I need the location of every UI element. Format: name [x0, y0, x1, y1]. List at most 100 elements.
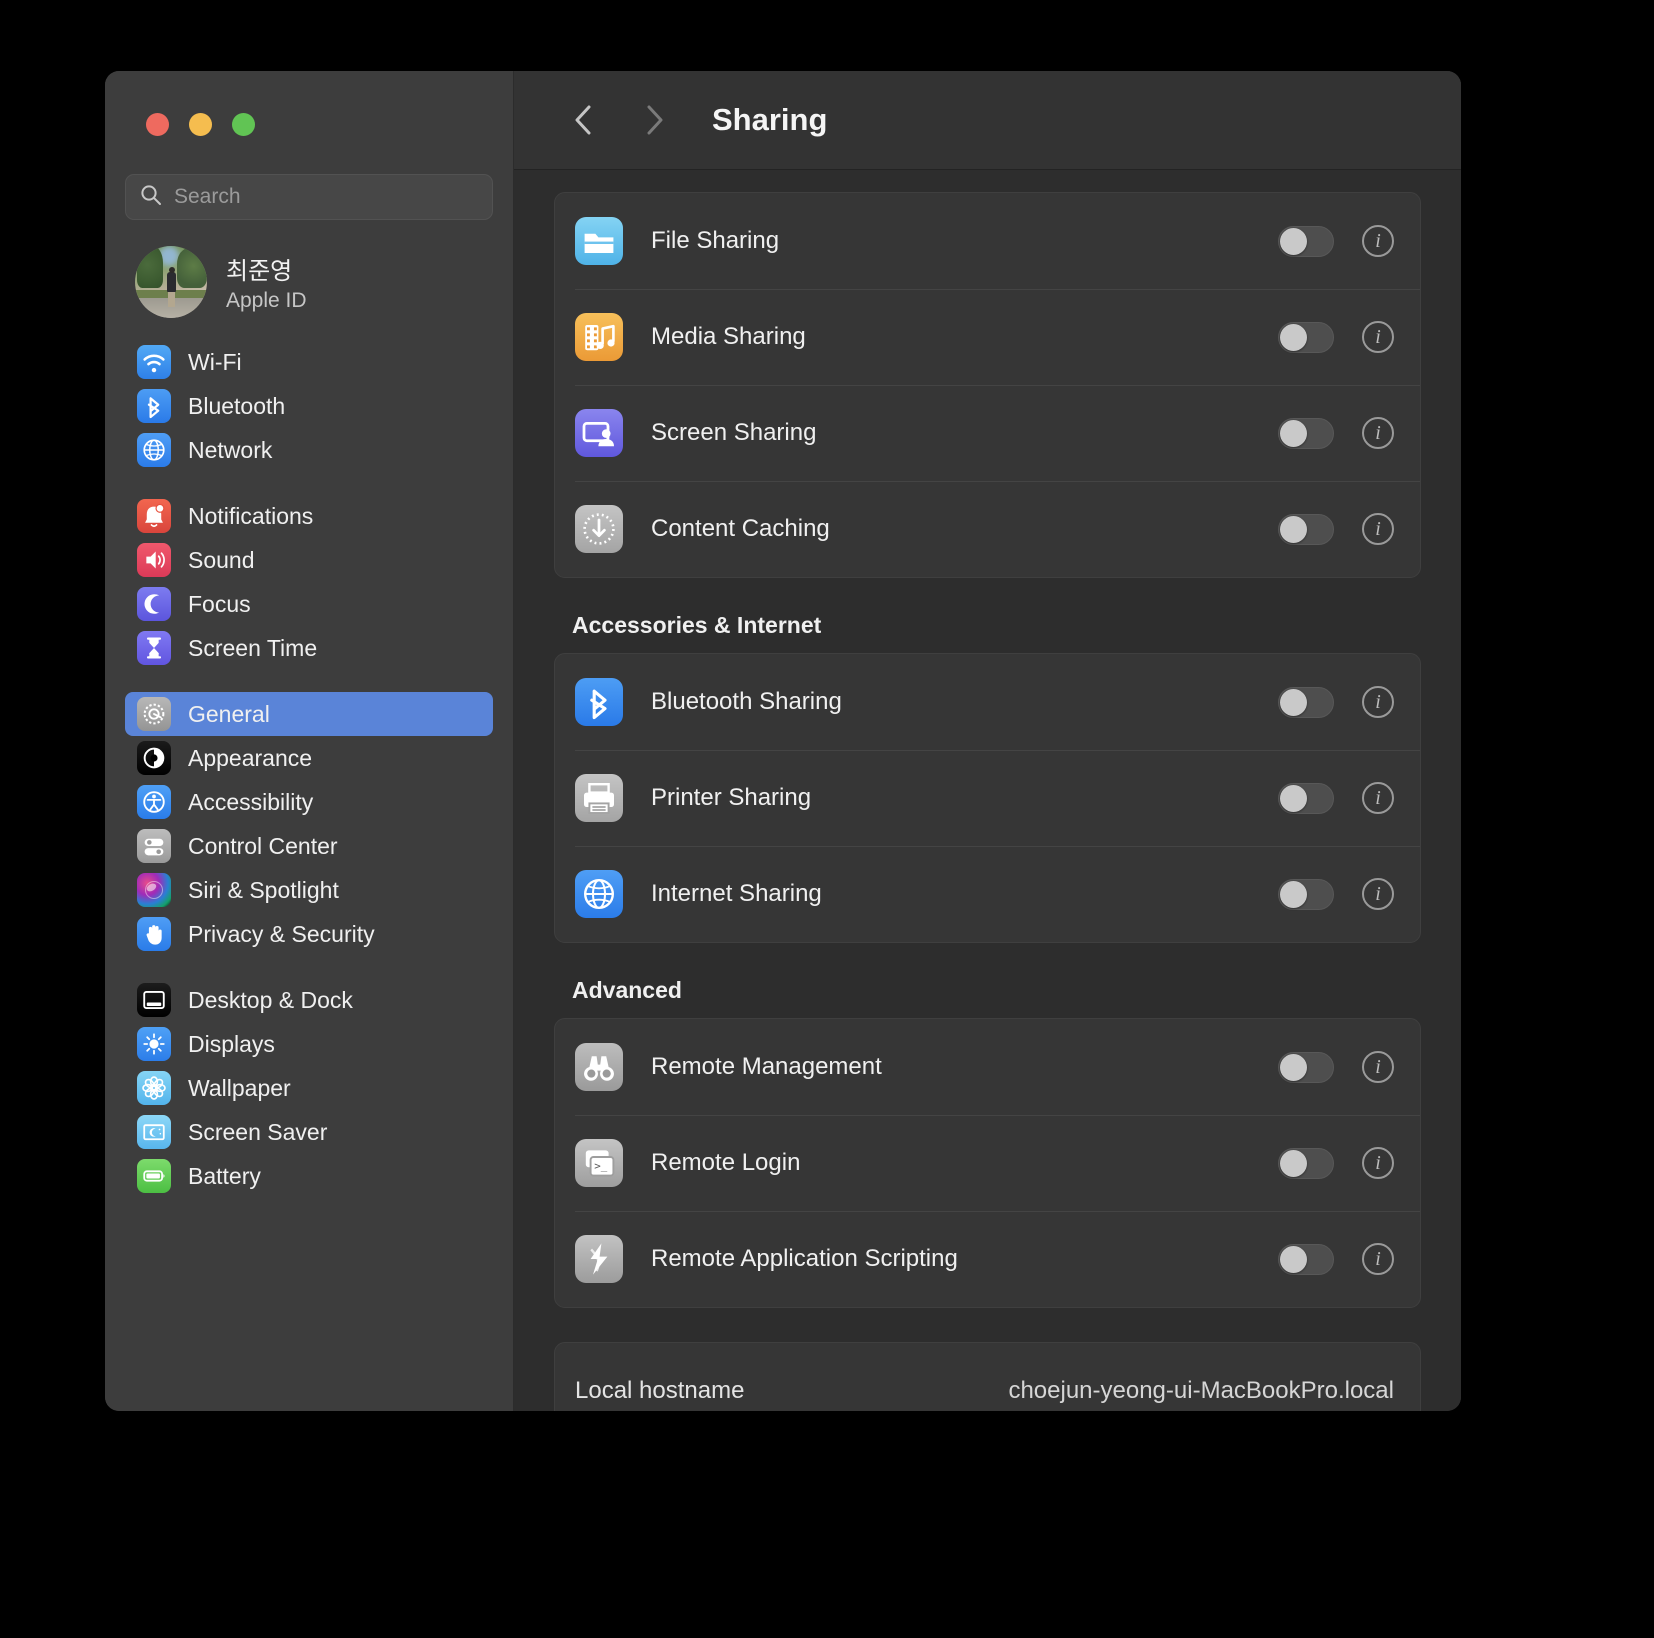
- settings-row: >_ Remote Login i: [555, 1115, 1420, 1211]
- sidebar-item-label: Control Center: [188, 832, 338, 859]
- search-field[interactable]: [125, 174, 493, 220]
- flower-icon: [137, 1071, 171, 1105]
- info-icon[interactable]: i: [1362, 513, 1394, 545]
- sidebar-item-label: General: [188, 700, 270, 727]
- sidebar-item-appearance[interactable]: Appearance: [125, 736, 493, 780]
- search-input[interactable]: [174, 185, 478, 209]
- sidebar-item-label: Screen Saver: [188, 1118, 328, 1145]
- gear-icon: [137, 697, 171, 731]
- sidebar-item-label: Privacy & Security: [188, 920, 375, 947]
- sidebar-item-label: Notifications: [188, 502, 314, 529]
- sidebar-item-network[interactable]: Network: [125, 428, 493, 472]
- settings-row-label: Remote Management: [651, 1053, 882, 1080]
- sidebar-item-general[interactable]: General: [125, 692, 493, 736]
- toggle-knob: [1280, 880, 1307, 908]
- info-icon[interactable]: i: [1362, 1147, 1394, 1179]
- search-icon: [140, 184, 162, 211]
- sidebar-item-screen-saver[interactable]: Screen Saver: [125, 1110, 493, 1154]
- settings-row: Printer Sharing i: [555, 750, 1420, 846]
- sidebar-item-screen-time[interactable]: Screen Time: [125, 626, 493, 670]
- info-icon[interactable]: i: [1362, 1243, 1394, 1275]
- sidebar-item-desktop-dock[interactable]: Desktop & Dock: [125, 978, 493, 1022]
- sidebar-item-bluetooth[interactable]: Bluetooth: [125, 384, 493, 428]
- settings-row-label: File Sharing: [651, 227, 780, 254]
- toggle-switch[interactable]: [1278, 417, 1334, 449]
- speaker-icon: [137, 543, 171, 577]
- toggle-switch[interactable]: [1278, 225, 1334, 257]
- zoom-button[interactable]: [232, 113, 255, 136]
- sidebar-item-control-center[interactable]: Control Center: [125, 824, 493, 868]
- main-pane: Sharing File Sharing i Media Sharing i Scree…: [514, 71, 1461, 1411]
- hostname-group: Local hostname choejun-yeong-ui-MacBookPr…: [554, 1342, 1421, 1411]
- hand-icon: [137, 917, 171, 951]
- sidebar-item-siri-spotlight[interactable]: Siri & Spotlight: [125, 868, 493, 912]
- account-name: 최준영: [226, 258, 293, 285]
- settings-row: File Sharing i: [555, 193, 1420, 289]
- sidebar-item-label: Appearance: [188, 744, 313, 771]
- info-icon[interactable]: i: [1362, 321, 1394, 353]
- terminal-icon: >_: [575, 1139, 623, 1187]
- sidebar-item-label: Wi-Fi: [188, 348, 242, 375]
- minimize-button[interactable]: [189, 113, 212, 136]
- sidebar-item-privacy-security[interactable]: Privacy & Security: [125, 912, 493, 956]
- settings-row: Remote Application Scripting i: [555, 1211, 1420, 1307]
- info-icon[interactable]: i: [1362, 878, 1394, 910]
- sidebar-item-notifications[interactable]: Notifications: [125, 494, 493, 538]
- sidebar-item-focus[interactable]: Focus: [125, 582, 493, 626]
- toggle-switch[interactable]: [1278, 321, 1334, 353]
- settings-row: Content Caching i: [555, 481, 1420, 577]
- toggle-switch[interactable]: [1278, 686, 1334, 718]
- apple-id-row[interactable]: 최준영 Apple ID: [105, 220, 513, 318]
- toggle-switch[interactable]: [1278, 513, 1334, 545]
- sidebar-item-sound[interactable]: Sound: [125, 538, 493, 582]
- info-icon[interactable]: i: [1362, 417, 1394, 449]
- toggle-knob: [1280, 1149, 1307, 1177]
- bluetooth-icon: [137, 389, 171, 423]
- back-button[interactable]: [558, 95, 608, 145]
- info-icon[interactable]: i: [1362, 782, 1394, 814]
- info-icon[interactable]: i: [1362, 1051, 1394, 1083]
- screensaver-icon: [137, 1115, 171, 1149]
- sidebar-item-label: Bluetooth: [188, 392, 286, 419]
- screenshare-icon: [575, 409, 623, 457]
- sidebar-item-wi-fi[interactable]: Wi-Fi: [125, 340, 493, 384]
- forward-button[interactable]: [630, 95, 680, 145]
- sidebar-item-displays[interactable]: Displays: [125, 1022, 493, 1066]
- local-hostname-row[interactable]: Local hostname choejun-yeong-ui-MacBookPr…: [555, 1343, 1420, 1411]
- sidebar-item-accessibility[interactable]: Accessibility: [125, 780, 493, 824]
- sidebar-group: Desktop & Dock Displays Wallpaper Screen Sa…: [125, 978, 493, 1198]
- toggle-knob: [1280, 1053, 1307, 1081]
- appearance-icon: [137, 741, 171, 775]
- info-icon[interactable]: i: [1362, 225, 1394, 257]
- toggle-switch[interactable]: [1278, 1051, 1334, 1083]
- wifi-icon: [137, 345, 171, 379]
- desktop-icon: [137, 983, 171, 1017]
- sidebar-group: Notifications Sound Focus Screen Time: [125, 494, 493, 670]
- toggle-switch[interactable]: [1278, 1147, 1334, 1179]
- settings-row-label: Media Sharing: [651, 323, 806, 350]
- siri-icon: [137, 873, 171, 907]
- account-subtitle: Apple ID: [226, 289, 307, 312]
- sidebar-item-wallpaper[interactable]: Wallpaper: [125, 1066, 493, 1110]
- toggle-switch[interactable]: [1278, 1243, 1334, 1275]
- local-hostname-value: choejun-yeong-ui-MacBookPro.local: [1008, 1377, 1394, 1404]
- local-hostname-label: Local hostname: [575, 1377, 745, 1404]
- toggle-knob: [1280, 419, 1307, 447]
- sidebar-item-label: Focus: [188, 590, 251, 617]
- printer-icon: [575, 774, 623, 822]
- window-controls: [105, 71, 513, 136]
- sidebar-group: General Appearance Accessibility Control Ce…: [125, 692, 493, 956]
- settings-row: Screen Sharing i: [555, 385, 1420, 481]
- close-button[interactable]: [146, 113, 169, 136]
- info-icon[interactable]: i: [1362, 686, 1394, 718]
- sidebar-item-battery[interactable]: Battery: [125, 1154, 493, 1198]
- settings-row-label: Screen Sharing: [651, 419, 817, 446]
- toggle-switch[interactable]: [1278, 782, 1334, 814]
- globe-icon: [137, 433, 171, 467]
- settings-content: File Sharing i Media Sharing i Screen Sharin…: [514, 170, 1461, 1411]
- toggle-switch[interactable]: [1278, 878, 1334, 910]
- accessibility-icon: [137, 785, 171, 819]
- toggle-knob: [1280, 784, 1307, 812]
- sidebar-nav: Wi-Fi Bluetooth Network Notifications Sound F…: [105, 318, 513, 1198]
- settings-row: Internet Sharing i: [555, 846, 1420, 942]
